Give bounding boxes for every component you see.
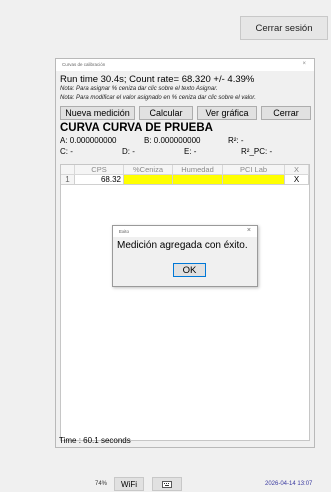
cps-cell: 68.32 <box>75 175 124 185</box>
coef-e: E: - <box>184 147 197 156</box>
close-button[interactable]: Cerrar <box>261 106 311 120</box>
wifi-button[interactable]: WiFi <box>114 477 144 491</box>
curve-title: CURVA CURVA DE PRUEBA <box>60 122 213 134</box>
window-title: Curvas de calibración <box>62 62 106 67</box>
ceniza-cell[interactable] <box>124 175 173 185</box>
column-header-humedad: Humedad <box>173 165 223 175</box>
success-dialog: Exito × Medición agregada con éxito. OK <box>112 225 258 287</box>
note-assign: Nota: Para asignar % ceniza dar clic sob… <box>60 86 218 92</box>
r2-pc-value: R²_PC: - <box>241 147 273 156</box>
humedad-cell[interactable] <box>173 175 223 185</box>
window-close-icon[interactable]: × <box>302 61 306 67</box>
coef-a: A: 0.000000000 <box>60 136 117 145</box>
pci-cell[interactable] <box>223 175 285 185</box>
ok-button[interactable]: OK <box>173 263 206 277</box>
column-header-pci: PCI Lab <box>223 165 285 175</box>
delete-row-x[interactable]: X <box>285 175 309 185</box>
battery-level: 74% <box>95 481 108 487</box>
r2-value: R²: - <box>228 136 244 145</box>
coef-d: D: - <box>122 147 135 156</box>
view-chart-button[interactable]: Ver gráfica <box>197 106 257 120</box>
keyboard-icon <box>162 480 172 488</box>
calculate-button[interactable]: Calcular <box>139 106 193 120</box>
coef-b: B: 0.000000000 <box>144 136 201 145</box>
note-modify: Nota: Para modificar el valor asignado e… <box>60 95 256 101</box>
column-header-x: X <box>285 165 309 175</box>
column-header-cps: CPS <box>75 165 124 175</box>
column-header-ceniza: %Ceniza <box>124 165 173 175</box>
dialog-close-icon[interactable]: × <box>247 227 251 234</box>
measurements-table: CPS %Ceniza Humedad PCI Lab X 1 68.32 X <box>60 164 310 441</box>
keyboard-button[interactable] <box>152 477 182 491</box>
column-header-index <box>61 165 75 175</box>
coef-c: C: - <box>60 147 73 156</box>
run-info: Run time 30.4s; Count rate= 68.320 +/- 4… <box>60 74 255 85</box>
time-label: Time : 60.1 seconds <box>59 436 131 445</box>
new-measurement-button[interactable]: Nueva medición <box>60 106 135 120</box>
dialog-title: Exito <box>119 229 130 234</box>
clock: 2026-04-14 13:07 <box>265 481 313 487</box>
dialog-message: Medición agregada con éxito. <box>117 240 248 251</box>
window-titlebar: Curvas de calibración × <box>56 59 314 71</box>
dialog-titlebar: Exito × <box>113 226 257 237</box>
row-index: 1 <box>61 175 75 185</box>
logout-button[interactable]: Cerrar sesión <box>240 16 328 40</box>
